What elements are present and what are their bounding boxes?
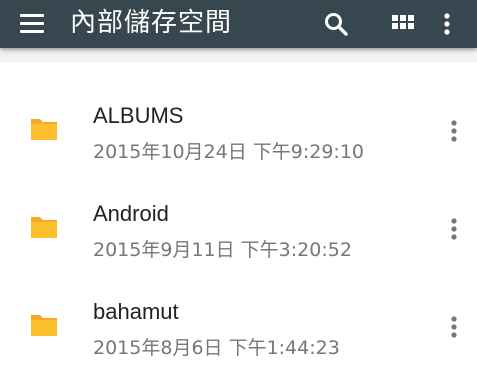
file-name: bahamut bbox=[93, 299, 179, 324]
list-item[interactable]: bahamut 2015年8月6日 下午1:44:23 bbox=[0, 258, 477, 359]
folder-icon bbox=[30, 115, 58, 143]
file-modified-date: 2015年8月6日 下午1:44:23 bbox=[93, 337, 340, 359]
more-vert-icon[interactable] bbox=[437, 10, 457, 38]
file-name: ALBUMS bbox=[93, 103, 184, 128]
folder-icon bbox=[30, 311, 58, 339]
grid-view-icon[interactable] bbox=[389, 10, 417, 38]
folder-icon bbox=[30, 213, 58, 241]
list-item[interactable]: ALBUMS 2015年10月24日 下午9:29:10 bbox=[0, 62, 477, 163]
more-vert-icon[interactable] bbox=[444, 118, 464, 146]
file-name: Android bbox=[93, 201, 169, 226]
menu-icon[interactable] bbox=[18, 11, 46, 37]
app-bar: 內部儲存空間 bbox=[0, 0, 477, 48]
scroll-shadow bbox=[0, 48, 477, 62]
more-vert-icon[interactable] bbox=[444, 314, 464, 342]
search-icon[interactable] bbox=[322, 10, 350, 38]
more-vert-icon[interactable] bbox=[444, 216, 464, 244]
page-title: 內部儲存空間 bbox=[70, 8, 233, 38]
list-item[interactable]: Android 2015年9月11日 下午3:20:52 bbox=[0, 160, 477, 261]
